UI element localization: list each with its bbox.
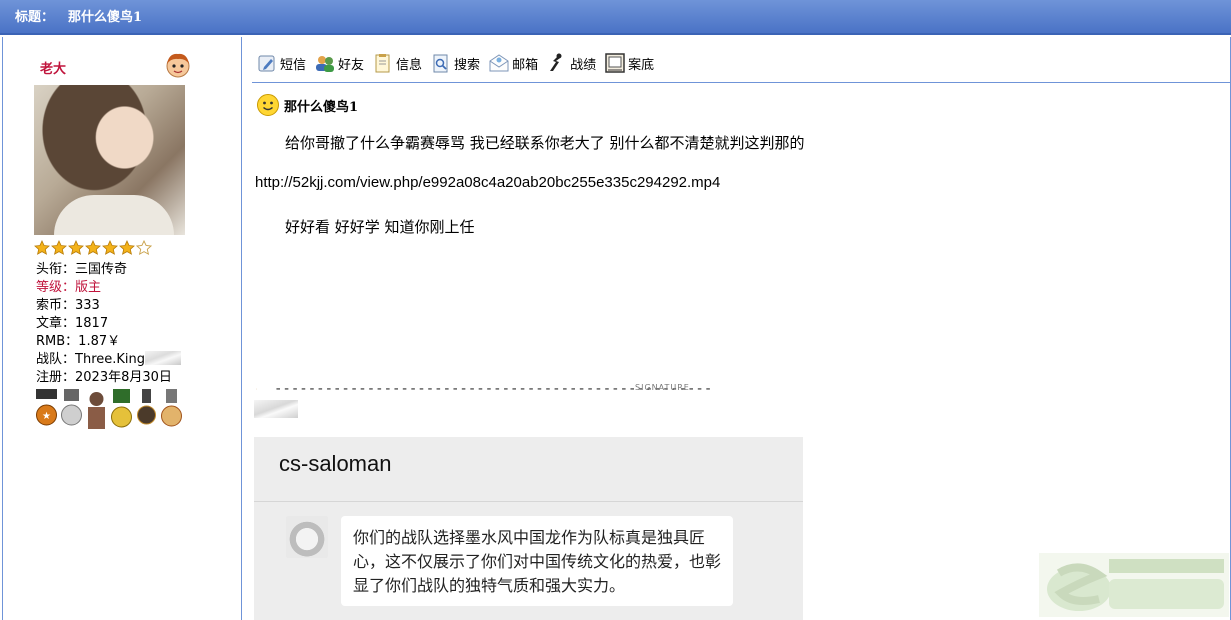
info-coins-row: 索币：333 — [36, 297, 181, 315]
post-paragraph: 给你哥撤了什么争霸赛辱骂 我已经联系你老大了 别什么都不清楚就判这判那的 — [285, 134, 805, 152]
star-filled-icon — [51, 240, 67, 255]
svg-text:★: ★ — [42, 411, 51, 422]
post-panel: 短信 好友 信息 搜索 邮箱 战绩 案底 那什么傻鸟1 给你哥撤了什么争霸赛辱骂… — [242, 37, 1231, 620]
info-rmb-label: RMB： — [36, 334, 79, 349]
info-posts-row: 文章：1817 — [36, 315, 181, 333]
rank-stars — [34, 240, 152, 256]
info-team-label: 战队： — [36, 352, 76, 367]
star-filled-icon — [68, 240, 84, 255]
user-face-icon — [166, 53, 190, 78]
info-registered-label: 注册： — [36, 370, 76, 385]
info-posts-value: 1817 — [75, 316, 109, 331]
toolbar-friends-button[interactable]: 好友 — [314, 50, 368, 76]
medal-icon: ★ — [36, 389, 57, 426]
post-title: 那什么傻鸟1 — [256, 93, 358, 117]
info-icon — [375, 54, 390, 73]
toolbar-sms-button[interactable]: 短信 — [256, 50, 310, 76]
medal-icon — [111, 389, 132, 428]
stats-icon — [550, 53, 562, 71]
username[interactable]: 老大 — [40, 58, 66, 77]
info-title-value: 三国传奇 — [75, 262, 128, 277]
friends-icon — [316, 56, 335, 72]
medal-icon — [137, 389, 156, 425]
chat-header: cs-saloman — [254, 437, 803, 502]
toolbar-info-button[interactable]: 信息 — [372, 50, 426, 76]
star-filled-icon — [102, 240, 118, 255]
user-toolbar: 短信 好友 信息 搜索 邮箱 战绩 案底 — [256, 50, 658, 76]
sms-icon — [258, 55, 275, 72]
user-avatar[interactable] — [34, 85, 185, 235]
info-level-row: 等级：版主 — [36, 279, 181, 297]
info-registered-value: 2023年8月30日 — [75, 370, 172, 385]
star-filled-icon — [119, 240, 135, 255]
info-registered-row: 注册：2023年8月30日 — [36, 369, 181, 387]
team-logo-image — [145, 351, 182, 365]
smiley-icon — [257, 94, 279, 116]
search-icon — [433, 54, 448, 73]
star-empty-icon — [136, 240, 152, 255]
toolbar-friends-label: 好友 — [338, 57, 365, 73]
toolbar-mail-label: 邮箱 — [512, 57, 539, 73]
info-team-value[interactable]: Three.King — [75, 352, 145, 367]
star-filled-icon — [34, 240, 50, 255]
chat-screenshot: cs-saloman 你们的战队选择墨水风中国龙作为队标真是独具匠心，这不仅展示… — [254, 437, 803, 620]
medal-icon — [61, 389, 82, 426]
info-rmb-row: RMB：1.87￥ — [36, 333, 181, 351]
user-panel: 老大 头衔：三国传奇 等级：版主 索币：333 文章：1817 RMB：1.87… — [2, 37, 242, 620]
chat-message: 你们的战队选择墨水风中国龙作为队标真是独具匠心，这不仅展示了你们对中国传统文化的… — [341, 516, 733, 606]
toolbar-stats-button[interactable]: 战绩 — [546, 50, 600, 76]
toolbar-sms-label: 短信 — [280, 57, 307, 73]
record-icon — [605, 53, 625, 73]
info-title-row: 头衔：三国传奇 — [36, 261, 181, 279]
chat-avatar — [286, 516, 328, 558]
site-watermark-logo — [1039, 553, 1229, 617]
medal-icon — [88, 392, 105, 429]
header-label: 标题： — [15, 10, 55, 25]
medal-icon — [161, 389, 182, 427]
toolbar-search-label: 搜索 — [454, 57, 481, 73]
toolbar-stats-label: 战绩 — [570, 57, 597, 73]
info-coins-value: 333 — [75, 298, 100, 313]
toolbar-record-button[interactable]: 案底 — [604, 50, 658, 76]
user-info: 头衔：三国传奇 等级：版主 索币：333 文章：1817 RMB：1.87￥ 战… — [36, 261, 182, 387]
post-link[interactable]: http://52kjj.com/view.php/e992a08c4a20ab… — [255, 173, 720, 193]
signature-image — [254, 400, 298, 418]
toolbar-search-button[interactable]: 搜索 — [430, 50, 484, 76]
info-level-label: 等级： — [36, 280, 76, 295]
info-title-label: 头衔： — [36, 262, 76, 277]
toolbar-mail-button[interactable]: 邮箱 — [488, 50, 542, 76]
info-rmb-value: 1.87￥ — [78, 334, 121, 349]
signature-label: SIGNATURE — [635, 383, 690, 392]
post-title-text: 那什么傻鸟1 — [284, 99, 359, 115]
toolbar-info-label: 信息 — [396, 57, 423, 73]
post-paragraph: 好好看 好好学 知道你刚上任 — [285, 218, 475, 236]
mail-icon — [489, 54, 509, 72]
post-header-bar: 标题： 那什么傻鸟1 — [0, 0, 1231, 35]
toolbar-record-label: 案底 — [628, 57, 655, 73]
info-coins-label: 索币： — [36, 298, 76, 313]
header-title: 那什么傻鸟1 — [68, 10, 143, 25]
toolbar-divider — [252, 82, 1231, 83]
info-level-value: 版主 — [75, 280, 102, 295]
medal-row: ★ — [34, 387, 184, 432]
info-team-row: 战队：Three.King — [36, 351, 182, 369]
info-posts-label: 文章： — [36, 316, 76, 331]
pencil-icon — [256, 388, 257, 390]
star-filled-icon — [85, 240, 101, 255]
